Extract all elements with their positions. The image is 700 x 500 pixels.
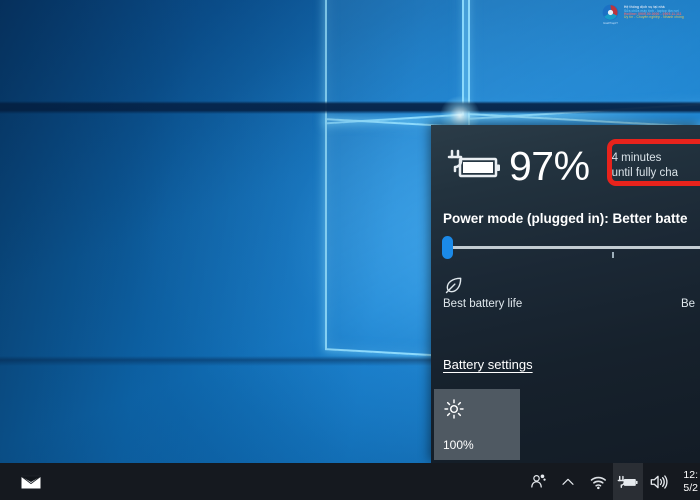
battery-time-remaining-line2: until fully cha: [611, 167, 679, 179]
battery-settings-link[interactable]: Battery settings: [443, 357, 533, 372]
battery-icon[interactable]: [613, 463, 644, 500]
watermark-brand: GiaiPhapIT: [602, 20, 618, 25]
system-tray: 12: 5/2: [523, 463, 700, 500]
people-icon[interactable]: [523, 463, 553, 500]
watermark-line-4: Uy tín - Chuyên nghiệp - Nhanh chóng: [624, 15, 684, 20]
taskbar: 12: 5/2: [0, 463, 700, 500]
brightness-sun-icon: [443, 398, 465, 420]
battery-flyout[interactable]: 97% 4 minutes until fully cha Power mode…: [431, 125, 700, 463]
brightness-quick-action-tile[interactable]: 100%: [434, 389, 520, 460]
battery-status-row: 97% 4 minutes until fully cha: [431, 135, 700, 197]
leaf-icon: [444, 275, 464, 295]
watermark-logo-icon: GiaiPhapIT: [600, 3, 621, 25]
power-mode-slider-tick: [612, 252, 614, 258]
mail-icon[interactable]: [18, 469, 44, 495]
power-mode-slider-thumb[interactable]: [442, 236, 453, 259]
watermark: GiaiPhapIT Hệ thống dịch vụ tại nhà Sửa …: [597, 0, 700, 26]
clock-time: 12:: [683, 468, 698, 481]
best-battery-life-label: Best battery life: [443, 298, 523, 310]
taskbar-clock[interactable]: 12: 5/2: [673, 463, 700, 500]
power-mode-slider-track[interactable]: [448, 246, 700, 249]
battery-time-remaining-line1: 4 minutes: [611, 152, 662, 164]
power-mode-label: Power mode (plugged in): Better batte: [443, 211, 688, 226]
wifi-icon[interactable]: [583, 463, 613, 500]
best-performance-label: Be: [681, 298, 696, 310]
screen: GiaiPhapIT Hệ thống dịch vụ tại nhà Sửa …: [0, 0, 700, 500]
battery-time-remaining: 4 minutes until fully cha: [612, 151, 678, 181]
taskbar-pinned-apps: [0, 463, 44, 500]
clock-date: 5/2: [683, 481, 698, 494]
chevron-up-icon[interactable]: [553, 463, 583, 500]
watermark-text: Hệ thống dịch vụ tại nhà Sửa chữa máy tí…: [624, 6, 684, 20]
volume-icon[interactable]: [643, 463, 673, 500]
battery-percent: 97%: [509, 142, 590, 189]
battery-charging-icon: [443, 144, 505, 188]
brightness-value: 100%: [443, 438, 474, 452]
